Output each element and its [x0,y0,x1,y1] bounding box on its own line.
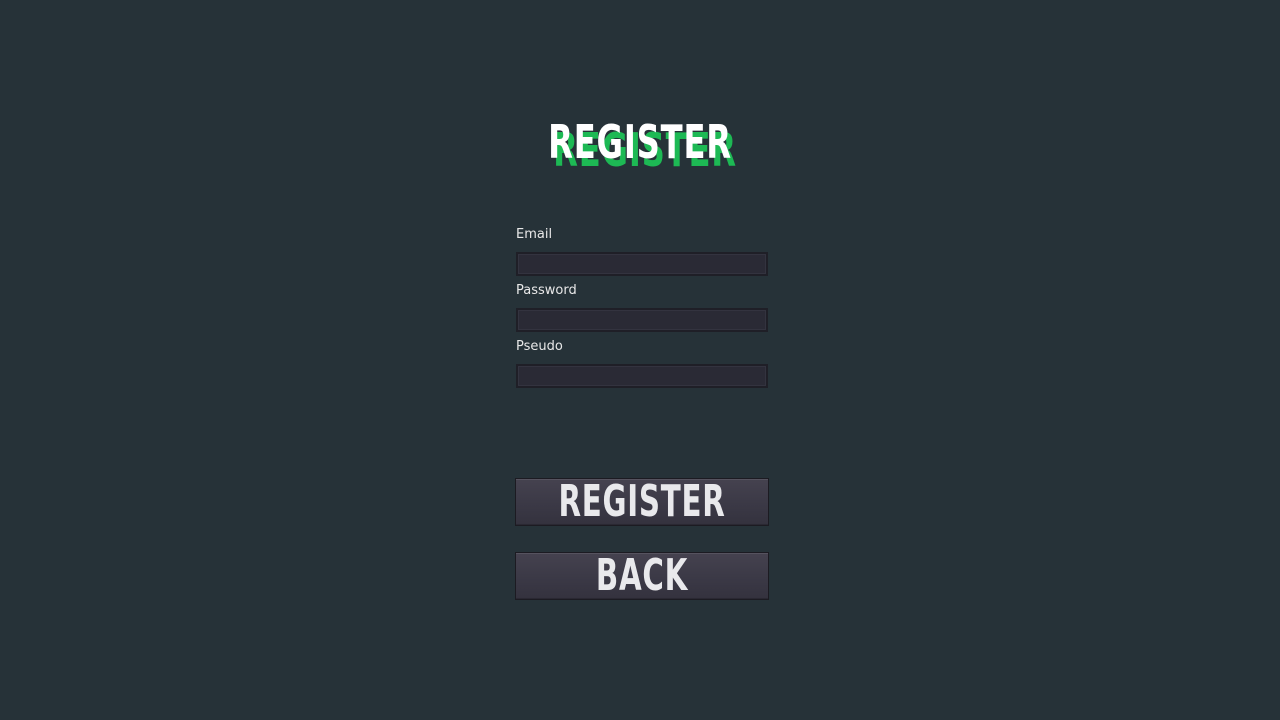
register-button[interactable]: REGISTER [515,478,769,526]
back-button-label: BACK [595,552,689,600]
register-button-label: REGISTER [558,478,726,526]
page-title-text: REGISTER [548,115,732,169]
back-button[interactable]: BACK [515,552,769,600]
password-label: Password [516,283,577,298]
email-label: Email [516,227,553,242]
password-field[interactable] [516,308,768,332]
register-screen: REGISTER REGISTER Email Password Pseudo … [0,0,1280,720]
pseudo-label: Pseudo [516,339,563,354]
email-field[interactable] [516,252,768,276]
page-title: REGISTER REGISTER [0,112,1280,177]
pseudo-field[interactable] [516,364,768,388]
